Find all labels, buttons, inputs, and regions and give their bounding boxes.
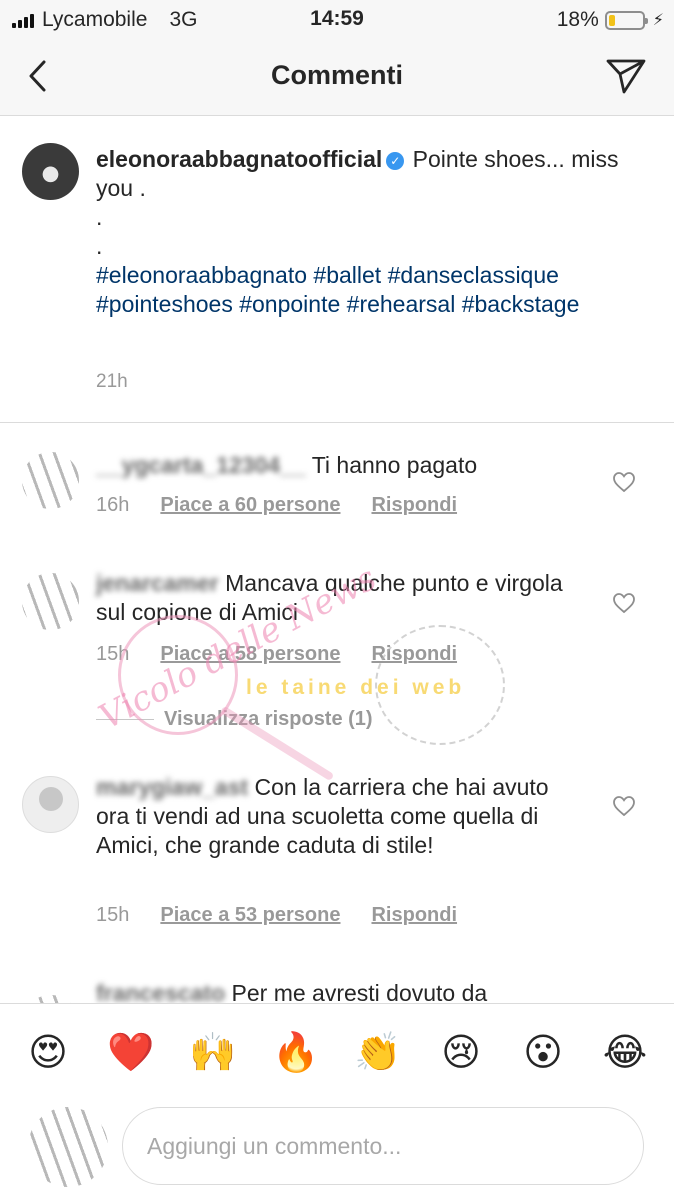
- like-button[interactable]: [612, 470, 636, 494]
- share-button[interactable]: [604, 54, 648, 98]
- comment-text: Per me avresti dovuto da: [231, 980, 488, 1003]
- owner-avatar[interactable]: [22, 143, 79, 200]
- self-avatar: [28, 1107, 108, 1187]
- comment-text: Ti hanno pagato: [311, 452, 478, 478]
- caption-time: 21h: [96, 371, 128, 392]
- comment-body: __ygcarta_12304__ Ti hanno pagato: [96, 451, 596, 480]
- comment-item: jenarcamer Mancava qualche punto e virgo…: [0, 545, 674, 755]
- emoji-clapping-button[interactable]: 👏: [354, 1028, 402, 1076]
- reply-link[interactable]: Rispondi: [371, 904, 457, 927]
- commenter-username[interactable]: marygiaw_ast: [96, 773, 248, 802]
- commenter-username[interactable]: __ygcarta_12304__: [96, 451, 306, 480]
- commenter-avatar[interactable]: [22, 995, 79, 1003]
- comment-time: 16h: [96, 494, 130, 516]
- emoji-heart-eyes-button[interactable]: 😍: [24, 1028, 72, 1076]
- commenter-username[interactable]: francescato: [96, 979, 225, 1003]
- like-button[interactable]: [612, 591, 636, 615]
- status-right: 18% ⚡: [557, 8, 664, 32]
- battery-percent: 18%: [556, 8, 599, 31]
- comment-item: __ygcarta_12304__ Ti hanno pagato 16h Pi…: [0, 424, 674, 544]
- comment-composer: [0, 1099, 674, 1200]
- heart-icon: [613, 593, 635, 614]
- caption-dot-line: .: [96, 233, 103, 259]
- owner-username[interactable]: eleonoraabbagnatoofficial: [96, 146, 382, 172]
- emoji-surprised-button[interactable]: 😮: [519, 1028, 567, 1076]
- likes-link[interactable]: Piace a 53 persone: [160, 904, 340, 927]
- heart-icon: [613, 472, 635, 493]
- page-title: Commenti: [270, 60, 403, 90]
- header: Commenti: [0, 40, 674, 116]
- comment-meta: 16h Piace a 60 persone Rispondi: [96, 494, 457, 517]
- comment-meta: 15h Piace a 53 persone Rispondi: [96, 904, 457, 927]
- emoji-fire-button[interactable]: 🔥: [272, 1028, 320, 1076]
- comment-input[interactable]: [122, 1107, 644, 1185]
- post-caption: eleonoraabbagnatoofficial ✓ Pointe shoes.…: [0, 117, 674, 423]
- emoji-laughing-button[interactable]: 😂: [601, 1028, 649, 1076]
- watermark-dotted-circle: [375, 625, 505, 745]
- status-bar: Lycamobile 3G 14:59 18% ⚡: [0, 0, 674, 40]
- caption-text-block: eleonoraabbagnatoofficial ✓ Pointe shoes.…: [96, 145, 656, 319]
- commenter-avatar[interactable]: [22, 776, 79, 833]
- battery-icon: [604, 10, 648, 30]
- watermark-circle: [118, 615, 238, 735]
- commenter-avatar[interactable]: [22, 573, 79, 630]
- commenter-username[interactable]: jenarcamer: [96, 569, 219, 598]
- comment-time: 15h: [96, 904, 130, 926]
- emoji-quick-bar: 😍 ❤️ 🙌 🔥 👏 😢 😮 😂: [0, 1003, 674, 1099]
- verified-badge-icon: ✓: [386, 152, 405, 170]
- heart-icon: [613, 796, 635, 817]
- comment-body: francescato Per me avresti dovuto da: [96, 979, 596, 1003]
- like-button[interactable]: [612, 794, 636, 818]
- charging-icon: ⚡: [652, 12, 664, 29]
- paper-plane-icon: [606, 59, 646, 94]
- battery-fill: [608, 14, 615, 26]
- comment-item: marygiaw_ast Con la carriera che hai avu…: [0, 756, 674, 956]
- emoji-raised-hands-button[interactable]: 🙌: [189, 1028, 237, 1076]
- caption-hashtags[interactable]: #eleonoraabbagnato #ballet #danseclassiq…: [96, 262, 579, 317]
- caption-dot-line: .: [96, 204, 103, 230]
- reply-link[interactable]: Rispondi: [371, 494, 457, 517]
- comment-item: francescato Per me avresti dovuto da: [0, 957, 674, 1003]
- emoji-crying-button[interactable]: 😢: [437, 1028, 485, 1076]
- commenter-avatar[interactable]: [22, 452, 79, 509]
- comment-body: marygiaw_ast Con la carriera che hai avu…: [96, 773, 576, 860]
- emoji-red-heart-button[interactable]: ❤️: [107, 1028, 155, 1076]
- likes-link[interactable]: Piace a 60 persone: [160, 494, 340, 517]
